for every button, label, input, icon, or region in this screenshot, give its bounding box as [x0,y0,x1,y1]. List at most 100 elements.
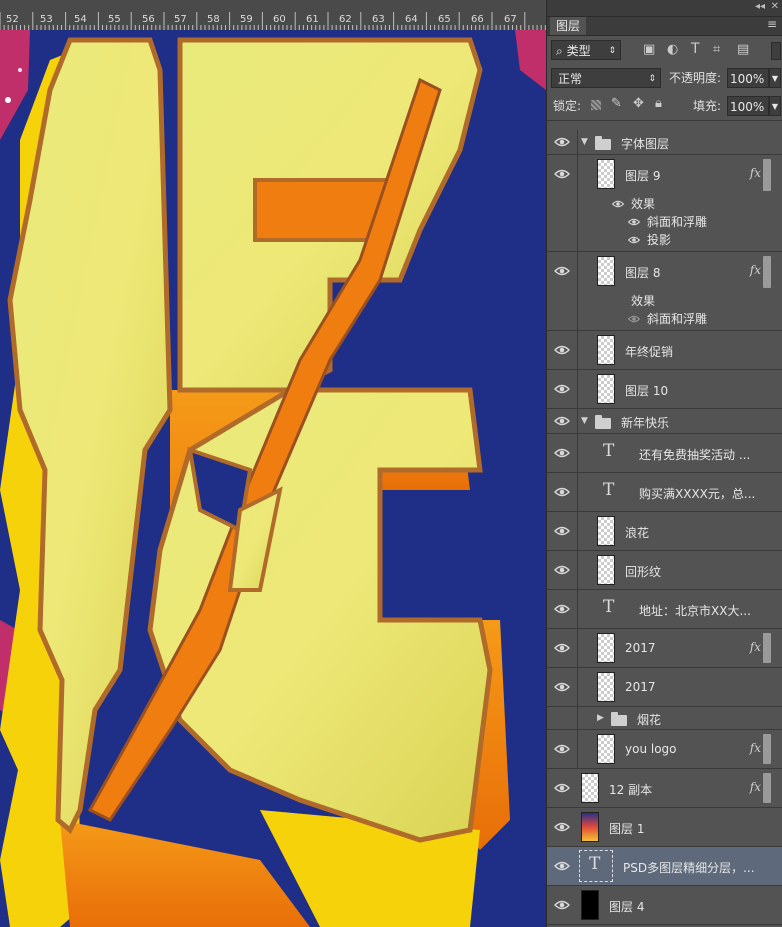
layer-row-selected[interactable]: T PSD多图层精细分层，... [547,847,782,886]
layer-row[interactable]: 图层 10 [547,370,782,409]
visibility-eye-icon[interactable] [553,522,571,540]
layer-row[interactable]: 年终促销 [547,331,782,370]
layer-group-row[interactable]: ▼ 字体图层 [547,130,782,155]
layer-row[interactable]: 浪花 [547,512,782,551]
layer-group-row[interactable]: ▶ 烟花 [547,707,782,730]
panel-titlebar: ◂◂ ✕ [547,0,782,17]
visibility-eye-icon[interactable] [553,857,571,875]
text-layer-icon: T [603,441,615,461]
effects-toggle[interactable] [763,256,771,288]
layer-name: 回形纹 [625,565,662,579]
blend-mode-select[interactable]: 正常 ⇕ [551,68,661,88]
updown-icon: ⇕ [648,74,656,84]
shape-filter-icon[interactable]: ⌗ [713,42,720,57]
collapse-icon[interactable]: ◂◂ [755,1,765,12]
visibility-eye-icon[interactable] [553,444,571,462]
effects-toggle[interactable] [763,773,771,803]
layer-row[interactable]: 2017 fx [547,629,782,668]
image-filter-icon[interactable]: ▣ [643,42,655,57]
horizontal-ruler: 52 53 54 55 56 57 58 59 60 61 62 63 64 6… [0,0,546,31]
filter-toggle[interactable] [771,42,781,60]
layer-name: 图层 8 [625,266,661,280]
layer-row[interactable]: 回形纹 [547,551,782,590]
opacity-dropdown[interactable]: ▼ [769,68,781,88]
expand-caret-icon[interactable]: ▼ [581,416,588,426]
visibility-eye-icon[interactable] [553,639,571,657]
layer-thumbnail [597,516,615,546]
fill-input[interactable]: 100% [727,96,769,116]
lock-all-icon[interactable]: 🔒︎ [655,96,662,111]
visibility-eye-icon[interactable] [553,896,571,914]
collapse-caret-icon[interactable]: ▶ [597,713,604,723]
smart-object-filter-icon[interactable]: ▤ [737,42,749,57]
decoration-shape [0,30,30,140]
folder-icon [611,712,627,726]
effect-eye-icon[interactable] [627,215,645,233]
visibility-eye-icon[interactable] [553,262,571,280]
visibility-eye-icon[interactable] [553,678,571,696]
visibility-eye-icon[interactable] [553,561,571,579]
layer-row[interactable]: 图层 4 [547,886,782,925]
layer-row[interactable]: 图层 9 fx 效果 斜面和浮雕 投影 [547,155,782,252]
effects-eye-icon[interactable] [611,197,629,215]
layers-panel: ◂◂ ✕ 图层 ≡ ⌕ 类型 ⇕ ▣ ◐ T ⌗ ▤ 正常 ⇕ 不透明度: 10… [546,0,782,927]
fx-icon[interactable]: fx [750,263,761,277]
layer-thumbnail [597,374,615,404]
visibility-eye-icon[interactable] [553,483,571,501]
effects-toggle[interactable] [763,633,771,663]
visibility-eye-icon[interactable] [553,341,571,359]
updown-icon: ⇕ [608,46,616,56]
layer-group-row[interactable]: ▼ 新年快乐 [547,409,782,434]
visibility-eye-icon[interactable] [553,600,571,618]
visibility-eye-icon[interactable] [553,818,571,836]
lock-paint-icon[interactable]: ✎ [611,96,622,111]
tab-layers[interactable]: 图层 [550,17,587,35]
layer-name: you logo [625,742,677,756]
lock-transparent-icon[interactable] [591,100,601,110]
type-filter-icon[interactable]: T [691,41,700,57]
fx-icon[interactable]: fx [750,166,761,180]
opacity-input[interactable]: 100% [727,68,769,88]
layer-row[interactable]: 2017 [547,668,782,707]
layer-row[interactable]: 图层 8 fx 效果 斜面和浮雕 [547,252,782,331]
adjustment-filter-icon[interactable]: ◐ [667,42,678,57]
expand-caret-icon[interactable]: ▼ [581,137,588,147]
layer-row[interactable]: you logo fx [547,730,782,769]
filter-type-select[interactable]: ⌕ 类型 ⇕ [551,40,621,60]
layer-thumbnail [597,734,615,764]
panel-menu-icon[interactable]: ≡ [767,17,777,31]
visibility-eye-icon[interactable] [553,133,571,151]
effects-toggle[interactable] [763,159,771,191]
panel-tabbar: 图层 ≡ [547,17,782,36]
fx-icon[interactable]: fx [750,780,761,794]
layer-thumbnail [581,890,599,920]
layer-row[interactable]: T 购买满XXXX元，总... [547,473,782,512]
effect-eye-icon[interactable] [627,312,645,330]
effects-toggle[interactable] [763,734,771,764]
layer-row[interactable]: 12 副本 fx [547,769,782,808]
close-icon[interactable]: ✕ [771,1,779,12]
layer-thumbnail [581,812,599,842]
search-icon: ⌕ [556,44,563,58]
layer-row[interactable]: T 还有免费抽奖活动 ... [547,434,782,473]
layer-row[interactable]: 图层 1 [547,808,782,847]
effects-label: 效果 [631,197,656,211]
text-layer-icon: T [603,597,615,617]
visibility-eye-icon[interactable] [553,380,571,398]
effects-label: 效果 [631,294,656,308]
fill-dropdown[interactable]: ▼ [769,96,781,116]
blend-row: 正常 ⇕ 不透明度: 100% ▼ [547,64,782,92]
visibility-eye-icon[interactable] [553,412,571,430]
visibility-eye-icon[interactable] [553,165,571,183]
layer-row[interactable]: T 地址：北京市XX大... [547,590,782,629]
visibility-eye-icon[interactable] [553,779,571,797]
fx-icon[interactable]: fx [750,640,761,654]
visibility-eye-icon[interactable] [553,740,571,758]
effect-eye-icon[interactable] [627,233,645,251]
lock-move-icon[interactable]: ✥ [633,96,644,111]
layer-filter-row: ⌕ 类型 ⇕ ▣ ◐ T ⌗ ▤ [547,36,782,64]
layer-name: 图层 1 [609,822,645,836]
layer-name: 图层 4 [609,900,645,914]
fx-icon[interactable]: fx [750,741,761,755]
document-canvas[interactable] [0,30,546,927]
